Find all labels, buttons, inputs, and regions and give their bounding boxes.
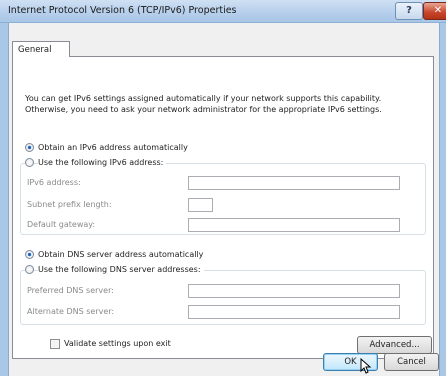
default-gateway-label: Default gateway: bbox=[27, 220, 96, 229]
validate-label: Validate settings upon exit bbox=[64, 339, 171, 348]
dns-auto-label: Obtain DNS server address automatically bbox=[38, 250, 204, 259]
dns-manual-label: Use the following DNS server addresses: bbox=[38, 265, 204, 274]
ip-auto-radio[interactable] bbox=[25, 143, 34, 152]
dialog-body: General You can get IPv6 settings assign… bbox=[8, 23, 440, 376]
alternate-dns-field[interactable] bbox=[188, 305, 400, 319]
preferred-dns-field[interactable] bbox=[188, 284, 400, 298]
ipv6-address-label: IPv6 address: bbox=[27, 178, 81, 187]
dns-manual-radio[interactable] bbox=[25, 265, 34, 274]
tab-panel: You can get IPv6 settings assigned autom… bbox=[12, 56, 434, 359]
validate-checkbox[interactable] bbox=[50, 339, 60, 349]
ip-auto-option[interactable]: Obtain an IPv6 address automatically bbox=[25, 143, 188, 152]
subnet-prefix-field[interactable] bbox=[188, 198, 213, 212]
ip-auto-label: Obtain an IPv6 address automatically bbox=[38, 143, 188, 152]
mouse-cursor-icon bbox=[360, 358, 372, 374]
close-button[interactable]: ✕ bbox=[423, 2, 446, 20]
ipv6-address-field[interactable] bbox=[188, 176, 400, 190]
subnet-prefix-label: Subnet prefix length: bbox=[27, 200, 112, 209]
dns-auto-option[interactable]: Obtain DNS server address automatically bbox=[25, 250, 203, 259]
help-button[interactable]: ? bbox=[395, 2, 423, 20]
title-bar: Internet Protocol Version 6 (TCP/IPv6) P… bbox=[0, 0, 446, 23]
intro-text: You can get IPv6 settings assigned autom… bbox=[25, 94, 382, 114]
ip-manual-option[interactable]: Use the following IPv6 address: bbox=[25, 158, 167, 167]
window-title: Internet Protocol Version 6 (TCP/IPv6) P… bbox=[8, 5, 237, 16]
dns-manual-option[interactable]: Use the following DNS server addresses: bbox=[25, 265, 204, 274]
dns-auto-radio[interactable] bbox=[25, 250, 34, 259]
tab-general[interactable]: General bbox=[12, 41, 70, 57]
alternate-dns-label: Alternate DNS server: bbox=[27, 307, 115, 316]
ip-manual-radio[interactable] bbox=[25, 158, 34, 167]
preferred-dns-label: Preferred DNS server: bbox=[27, 286, 114, 295]
default-gateway-field[interactable] bbox=[188, 218, 400, 232]
ip-manual-label: Use the following IPv6 address: bbox=[38, 158, 167, 167]
cancel-button[interactable]: Cancel bbox=[384, 353, 439, 371]
advanced-button[interactable]: Advanced... bbox=[357, 336, 432, 354]
